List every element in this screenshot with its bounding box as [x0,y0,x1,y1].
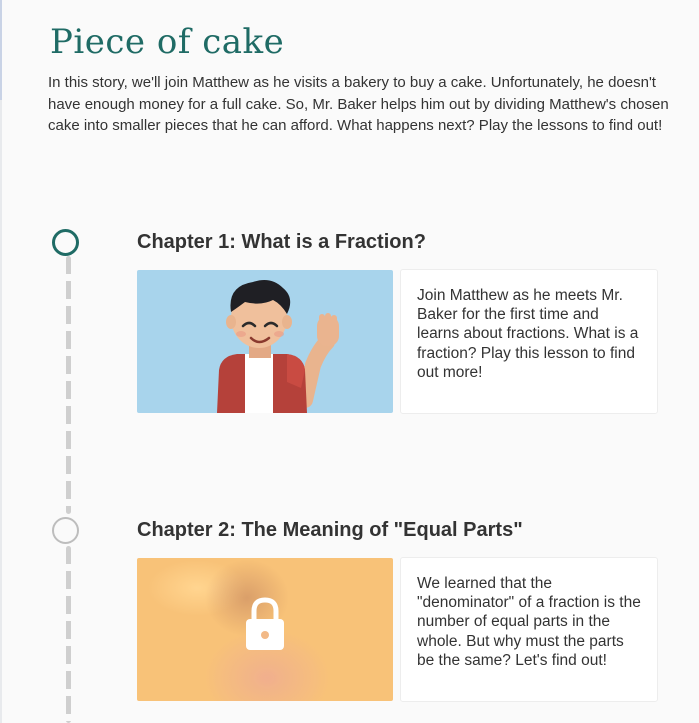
chapter-2-description: We learned that the "denominator" of a f… [417,575,641,669]
chapter-2-description-card: We learned that the "denominator" of a f… [400,557,658,702]
chapter-1-node [52,229,79,256]
chapter-2-title[interactable]: Chapter 2: The Meaning of "Equal Parts" [137,519,523,542]
page-left-border [0,0,2,723]
chapter-1-title[interactable]: Chapter 1: What is a Fraction? [137,231,426,254]
chapter-2-node [52,517,79,544]
lock-icon [246,597,284,650]
chapter-1-thumbnail[interactable] [137,270,393,413]
matthew-illustration [217,280,339,413]
story-title: Piece of cake [50,22,285,62]
story-description: In this story, we'll join Matthew as he … [48,74,669,134]
page-left-border-accent [0,0,2,100]
chapter-2-thumbnail-locked[interactable] [137,558,393,701]
timeline-line [66,256,71,514]
chapter-1-description-card: Join Matthew as he meets Mr. Baker for t… [400,269,658,414]
chapter-1-description: Join Matthew as he meets Mr. Baker for t… [417,287,639,381]
timeline-line [66,546,71,723]
